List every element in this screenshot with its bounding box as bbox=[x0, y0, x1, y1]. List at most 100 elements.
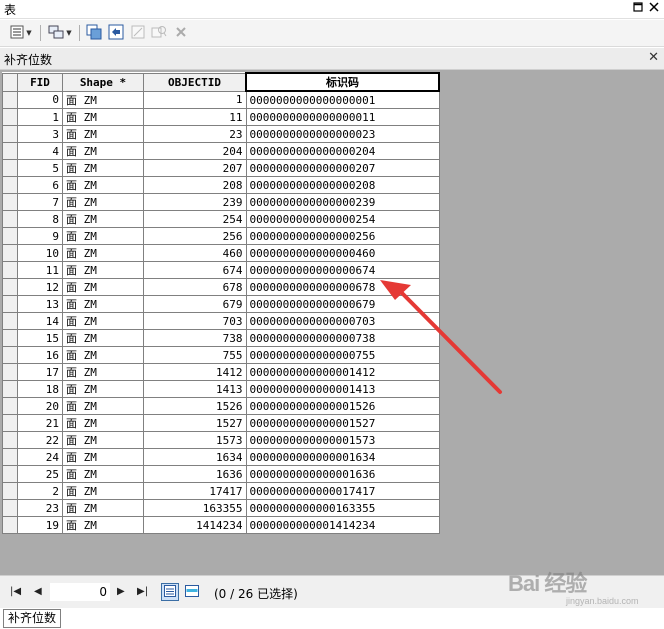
cell-objectid[interactable]: 1636 bbox=[143, 465, 247, 483]
row-selector[interactable] bbox=[2, 125, 18, 143]
table-row[interactable]: 18 面 ZM 1413 0000000000000001413 bbox=[2, 380, 440, 398]
cell-shape[interactable]: 面 ZM bbox=[62, 431, 144, 449]
table-row[interactable]: 11 面 ZM 674 0000000000000000674 bbox=[2, 261, 440, 279]
column-header-identifier-code[interactable]: 标识码 bbox=[245, 72, 440, 92]
cell-shape[interactable]: 面 ZM bbox=[62, 210, 144, 228]
cell-objectid[interactable]: 755 bbox=[143, 346, 247, 364]
cell-identifier-code[interactable]: 0000000000001414234 bbox=[245, 516, 440, 534]
cell-fid[interactable]: 21 bbox=[17, 414, 63, 432]
row-selector[interactable] bbox=[2, 329, 18, 347]
row-selector[interactable] bbox=[2, 363, 18, 381]
cell-identifier-code[interactable]: 0000000000000000460 bbox=[245, 244, 440, 262]
column-header-objectid[interactable]: OBJECTID bbox=[143, 72, 247, 92]
cell-identifier-code[interactable]: 0000000000000000207 bbox=[245, 159, 440, 177]
row-selector[interactable] bbox=[2, 482, 18, 500]
cell-fid[interactable]: 4 bbox=[17, 142, 63, 160]
cell-shape[interactable]: 面 ZM bbox=[62, 397, 144, 415]
switch-selection-button[interactable] bbox=[107, 24, 125, 42]
cell-fid[interactable]: 16 bbox=[17, 346, 63, 364]
cell-shape[interactable]: 面 ZM bbox=[62, 448, 144, 466]
table-row[interactable]: 20 面 ZM 1526 0000000000000001526 bbox=[2, 397, 440, 415]
cell-objectid[interactable]: 254 bbox=[143, 210, 247, 228]
first-record-icon[interactable]: |◀ bbox=[10, 586, 21, 597]
cell-fid[interactable]: 9 bbox=[17, 227, 63, 245]
row-selector[interactable] bbox=[2, 278, 18, 296]
table-row[interactable]: 21 面 ZM 1527 0000000000000001527 bbox=[2, 414, 440, 432]
last-record-icon[interactable]: ▶| bbox=[137, 586, 148, 597]
attribute-grid-area[interactable]: FID Shape * OBJECTID 标识码 0面 ZM 1 000000000… bbox=[0, 70, 664, 575]
row-selector[interactable] bbox=[2, 397, 18, 415]
cell-shape[interactable]: 面 ZM bbox=[62, 465, 144, 483]
cell-objectid[interactable]: 1412 bbox=[143, 363, 247, 381]
cell-objectid[interactable]: 1414234 bbox=[143, 516, 247, 534]
bottom-table-tab[interactable]: 补齐位数 bbox=[3, 609, 62, 628]
cell-fid[interactable]: 1 bbox=[17, 108, 63, 126]
table-row[interactable]: 12 面 ZM 678 0000000000000000678 bbox=[2, 278, 440, 296]
cell-identifier-code[interactable]: 0000000000000000703 bbox=[245, 312, 440, 330]
cell-fid[interactable]: 10 bbox=[17, 244, 63, 262]
table-row[interactable]: 7面 ZM 239 0000000000000000239 bbox=[2, 193, 440, 211]
table-options-button[interactable]: ▼ bbox=[6, 24, 36, 42]
cell-shape[interactable]: 面 ZM bbox=[62, 159, 144, 177]
cell-identifier-code[interactable]: 0000000000000000674 bbox=[245, 261, 440, 279]
cell-objectid[interactable]: 1634 bbox=[143, 448, 247, 466]
table-row[interactable]: 22 面 ZM 1573 0000000000000001573 bbox=[2, 431, 440, 449]
cell-shape[interactable]: 面 ZM bbox=[62, 278, 144, 296]
cell-objectid[interactable]: 1573 bbox=[143, 431, 247, 449]
cell-objectid[interactable]: 239 bbox=[143, 193, 247, 211]
cell-fid[interactable]: 0 bbox=[17, 90, 63, 109]
previous-record-icon[interactable]: ◀ bbox=[34, 586, 42, 597]
row-selector[interactable] bbox=[2, 414, 18, 432]
cell-fid[interactable]: 8 bbox=[17, 210, 63, 228]
column-header-shape[interactable]: Shape * bbox=[62, 72, 144, 92]
table-row[interactable]: 25 面 ZM 1636 0000000000000001636 bbox=[2, 465, 440, 483]
row-selector[interactable] bbox=[2, 159, 18, 177]
cell-objectid[interactable]: 1413 bbox=[143, 380, 247, 398]
cell-fid[interactable]: 17 bbox=[17, 363, 63, 381]
next-record-icon[interactable]: ▶ bbox=[117, 586, 125, 597]
cell-identifier-code[interactable]: 0000000000000000204 bbox=[245, 142, 440, 160]
row-selector[interactable] bbox=[2, 516, 18, 534]
cell-identifier-code[interactable]: 0000000000000000738 bbox=[245, 329, 440, 347]
table-row[interactable]: 2面 ZM 17417 0000000000000017417 bbox=[2, 482, 440, 500]
cell-identifier-code[interactable]: 0000000000000000678 bbox=[245, 278, 440, 296]
row-selector[interactable] bbox=[2, 312, 18, 330]
cell-shape[interactable]: 面 ZM bbox=[62, 142, 144, 160]
cell-objectid[interactable]: 23 bbox=[143, 125, 247, 143]
cell-fid[interactable]: 19 bbox=[17, 516, 63, 534]
cell-identifier-code[interactable]: 0000000000000001412 bbox=[245, 363, 440, 381]
cell-identifier-code[interactable]: 0000000000000001634 bbox=[245, 448, 440, 466]
cell-identifier-code[interactable]: 0000000000000001636 bbox=[245, 465, 440, 483]
cell-objectid[interactable]: 738 bbox=[143, 329, 247, 347]
row-selector[interactable] bbox=[2, 499, 18, 517]
row-selector[interactable] bbox=[2, 295, 18, 313]
cell-identifier-code[interactable]: 0000000000000000001 bbox=[245, 90, 440, 109]
table-row[interactable]: 4面 ZM 204 0000000000000000204 bbox=[2, 142, 440, 160]
cell-identifier-code[interactable]: 0000000000000000755 bbox=[245, 346, 440, 364]
cell-objectid[interactable]: 674 bbox=[143, 261, 247, 279]
table-row[interactable]: 19 面 ZM 1414234 0000000000001414234 bbox=[2, 516, 440, 534]
cell-shape[interactable]: 面 ZM bbox=[62, 380, 144, 398]
cell-shape[interactable]: 面 ZM bbox=[62, 295, 144, 313]
cell-shape[interactable]: 面 ZM bbox=[62, 125, 144, 143]
show-all-records-button[interactable] bbox=[161, 583, 179, 601]
row-selector[interactable] bbox=[2, 431, 18, 449]
table-row[interactable]: 8面 ZM 254 0000000000000000254 bbox=[2, 210, 440, 228]
cell-identifier-code[interactable]: 0000000000000000256 bbox=[245, 227, 440, 245]
cell-shape[interactable]: 面 ZM bbox=[62, 499, 144, 517]
table-row[interactable]: 15 面 ZM 738 0000000000000000738 bbox=[2, 329, 440, 347]
cell-fid[interactable]: 14 bbox=[17, 312, 63, 330]
row-selector[interactable] bbox=[2, 108, 18, 126]
row-selector[interactable] bbox=[2, 142, 18, 160]
cell-objectid[interactable]: 256 bbox=[143, 227, 247, 245]
cell-identifier-code[interactable]: 0000000000000001526 bbox=[245, 397, 440, 415]
cell-objectid[interactable]: 11 bbox=[143, 108, 247, 126]
cell-shape[interactable]: 面 ZM bbox=[62, 414, 144, 432]
cell-shape[interactable]: 面 ZM bbox=[62, 363, 144, 381]
cell-identifier-code[interactable]: 0000000000000001413 bbox=[245, 380, 440, 398]
related-tables-button[interactable]: ▼ bbox=[45, 24, 75, 42]
cell-shape[interactable]: 面 ZM bbox=[62, 516, 144, 534]
cell-objectid[interactable]: 207 bbox=[143, 159, 247, 177]
cell-identifier-code[interactable]: 0000000000000163355 bbox=[245, 499, 440, 517]
cell-fid[interactable]: 25 bbox=[17, 465, 63, 483]
